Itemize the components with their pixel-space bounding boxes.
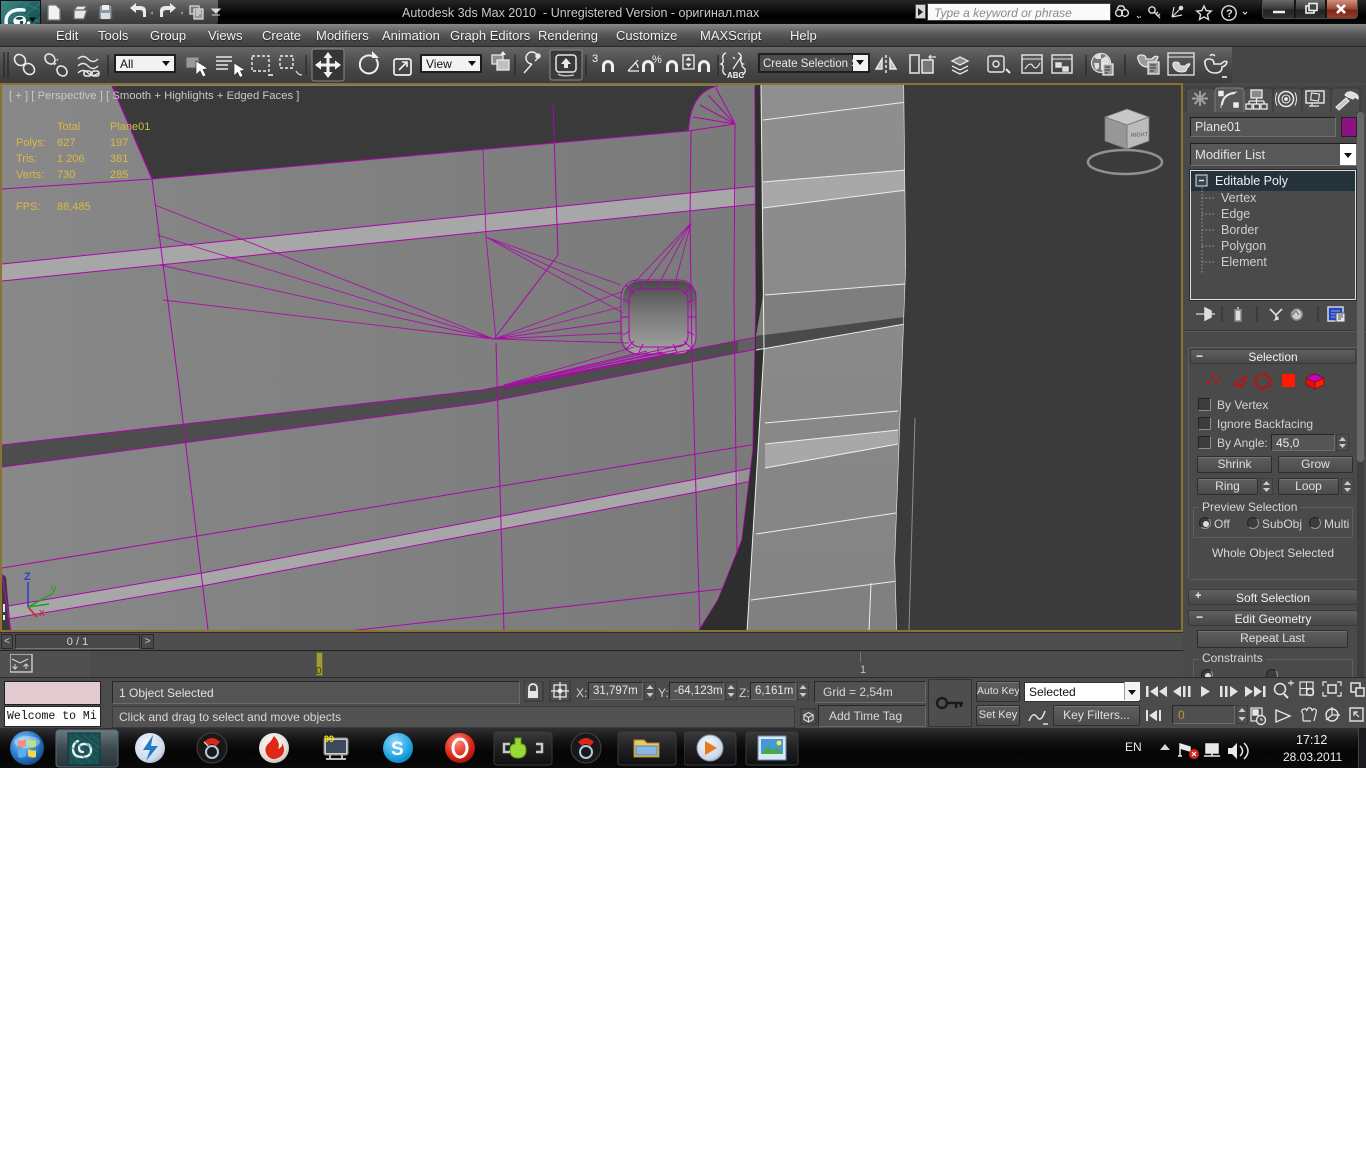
svg-text:Vertex: Vertex [1221, 191, 1257, 205]
svg-text:View: View [426, 57, 452, 71]
svg-text:88,485: 88,485 [57, 201, 91, 213]
svg-text:285: 285 [110, 169, 128, 181]
svg-text:627: 627 [57, 137, 75, 149]
svg-text:Editable Poly: Editable Poly [1215, 174, 1289, 188]
svg-text:All: All [120, 57, 133, 71]
svg-text:381: 381 [110, 153, 128, 165]
svg-text:Tris:: Tris: [16, 153, 37, 165]
svg-text:197: 197 [110, 137, 128, 149]
svg-text:Plane01: Plane01 [110, 121, 150, 133]
svg-text:?: ? [1226, 8, 1233, 20]
svg-text:Verts:: Verts: [16, 169, 44, 181]
svg-text:ABC: ABC [727, 71, 745, 80]
svg-text:1 206: 1 206 [57, 153, 85, 165]
svg-text:FPS:: FPS: [16, 201, 40, 213]
svg-text:Polys:: Polys: [16, 137, 46, 149]
svg-text:S: S [391, 739, 404, 760]
svg-text:Total: Total [57, 121, 80, 133]
svg-text:Polygon: Polygon [1221, 239, 1266, 253]
svg-text:Element: Element [1221, 255, 1267, 269]
svg-text:%: % [652, 54, 662, 66]
svg-text:x: x [39, 607, 45, 619]
svg-text:Border: Border [1221, 223, 1259, 237]
svg-text:730: 730 [57, 169, 75, 181]
svg-text:Edge: Edge [1221, 207, 1250, 221]
svg-text:Create Selection Se: Create Selection Se [763, 58, 865, 70]
svg-text:3: 3 [592, 53, 598, 65]
svg-text:99: 99 [324, 734, 334, 744]
svg-text:RIGHT: RIGHT [1131, 132, 1149, 139]
svg-text:y: y [51, 583, 57, 595]
svg-text:[ + ] [ Perspective ] [ Smooth: [ + ] [ Perspective ] [ Smooth + Highlig… [9, 90, 299, 102]
svg-text:Z: Z [24, 571, 31, 583]
